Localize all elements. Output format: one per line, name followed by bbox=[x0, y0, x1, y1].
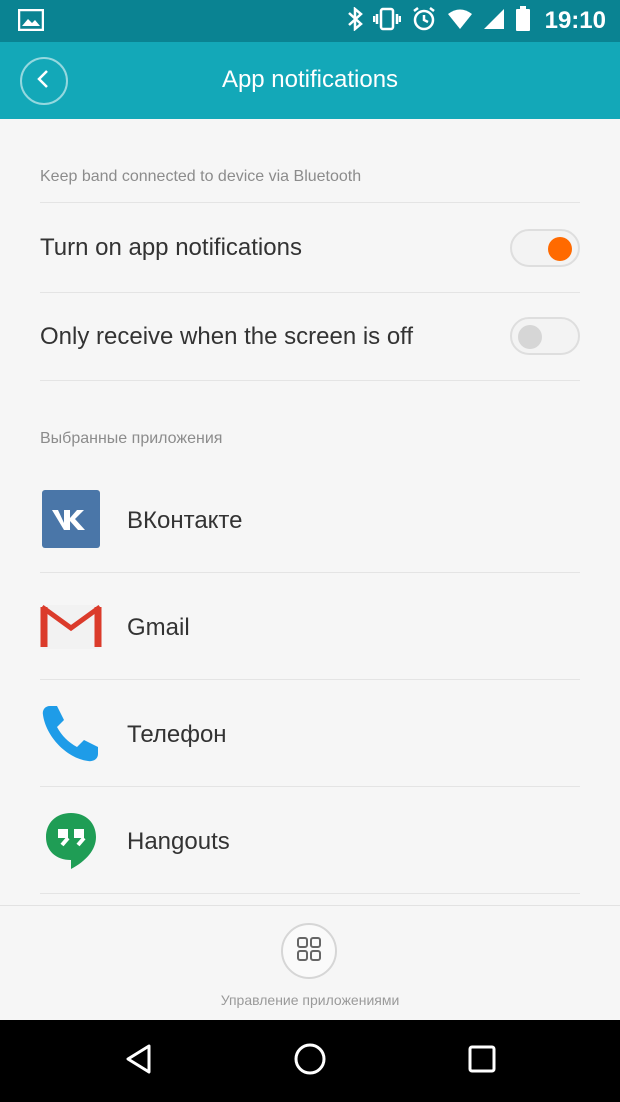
setting-row-app-notifications[interactable]: Turn on app notifications bbox=[0, 204, 620, 292]
divider bbox=[40, 380, 580, 381]
setting-label: Only receive when the screen is off bbox=[40, 323, 414, 350]
app-notifications-toggle[interactable] bbox=[510, 229, 580, 267]
nav-recents-button[interactable] bbox=[459, 1038, 505, 1084]
gmail-icon bbox=[40, 596, 102, 658]
section-header-bluetooth: Keep band connected to device via Blueto… bbox=[40, 168, 362, 185]
app-row-gmail[interactable]: Gmail bbox=[0, 573, 620, 680]
phone-icon bbox=[40, 702, 102, 764]
navigation-bar bbox=[0, 1020, 620, 1102]
bottom-panel: Управление приложениями bbox=[0, 905, 620, 1020]
nav-back-button[interactable] bbox=[116, 1038, 162, 1084]
home-circle-icon bbox=[293, 1042, 327, 1081]
setting-label: Turn on app notifications bbox=[40, 234, 302, 261]
app-row-phone[interactable]: Телефон bbox=[0, 680, 620, 787]
cell-signal-icon bbox=[483, 8, 505, 35]
status-time: 19:10 bbox=[544, 7, 606, 34]
vibrate-icon bbox=[372, 7, 401, 36]
divider bbox=[40, 893, 580, 894]
vk-icon bbox=[40, 488, 102, 550]
page-title: App notifications bbox=[221, 66, 399, 93]
section-header-selected-apps: Выбранные приложения bbox=[40, 430, 223, 447]
app-row-vk[interactable]: ВКонтакте bbox=[0, 466, 620, 573]
battery-icon bbox=[515, 5, 531, 37]
app-row-hangouts[interactable]: Hangouts bbox=[0, 787, 620, 894]
manage-apps-label: Управление приложениями bbox=[220, 992, 400, 1008]
back-triangle-icon bbox=[124, 1043, 154, 1080]
screen-off-toggle[interactable] bbox=[510, 317, 580, 355]
status-bar: 19:10 bbox=[0, 0, 620, 42]
setting-row-screen-off[interactable]: Only receive when the screen is off bbox=[0, 293, 620, 381]
app-label: Телефон bbox=[127, 721, 227, 748]
alarm-icon bbox=[411, 6, 437, 37]
nav-home-button[interactable] bbox=[287, 1038, 333, 1084]
app-bar: App notifications bbox=[0, 42, 620, 119]
recents-square-icon bbox=[467, 1044, 497, 1079]
hangouts-icon bbox=[40, 809, 102, 871]
toggle-knob bbox=[518, 325, 542, 349]
bluetooth-icon bbox=[347, 5, 363, 36]
wifi-icon bbox=[447, 8, 473, 35]
grid-icon bbox=[296, 936, 322, 967]
app-label: Gmail bbox=[127, 614, 190, 641]
divider bbox=[40, 202, 580, 203]
app-label: ВКонтакте bbox=[127, 507, 243, 534]
app-label: Hangouts bbox=[127, 828, 230, 855]
image-icon bbox=[17, 8, 45, 32]
manage-apps-button[interactable] bbox=[281, 923, 337, 979]
toggle-knob bbox=[548, 237, 572, 261]
